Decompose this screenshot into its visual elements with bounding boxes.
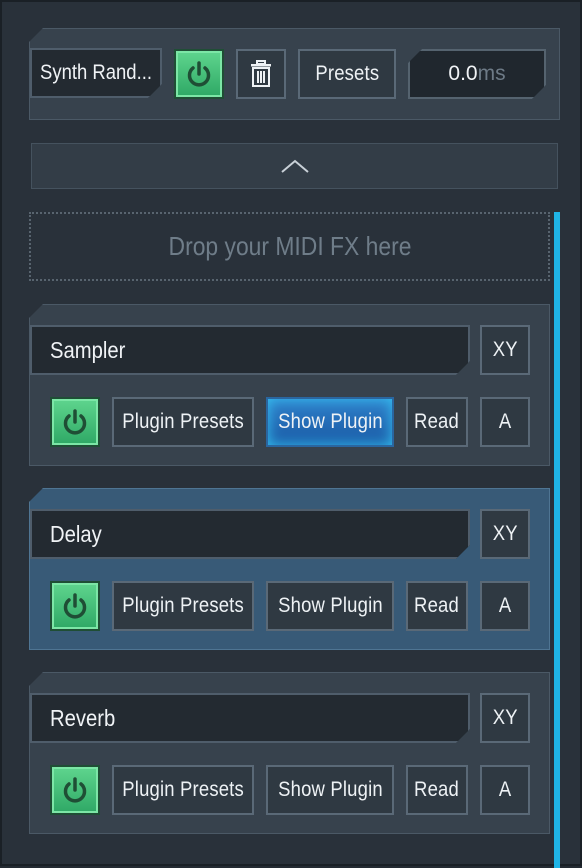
plugin-name: Delay: [50, 520, 102, 547]
plugin-presets-button[interactable]: Plugin Presets: [112, 765, 254, 815]
read-button[interactable]: Read: [406, 581, 468, 631]
power-icon: [63, 409, 87, 435]
xy-label: XY: [492, 706, 518, 729]
plugin-card-reverb: Reverb XY Plugin Presets Show Plugin Rea…: [29, 672, 550, 834]
chevron-up-icon: [280, 159, 309, 173]
drop-zone-label: Drop your MIDI FX here: [168, 231, 411, 261]
plugin-name-field[interactable]: Delay: [30, 509, 470, 559]
a-label: A: [498, 594, 512, 617]
automation-a-button[interactable]: A: [480, 581, 530, 631]
synth-power-button[interactable]: [174, 49, 224, 99]
read-label: Read: [414, 594, 460, 617]
time-unit: ms: [477, 62, 506, 85]
show-plugin-button[interactable]: Show Plugin: [266, 397, 394, 447]
time-offset-field[interactable]: 0.0 ms: [408, 49, 546, 99]
read-label: Read: [414, 410, 460, 433]
xy-button[interactable]: XY: [480, 325, 530, 375]
power-icon: [63, 593, 87, 619]
plugin-name: Reverb: [50, 704, 116, 731]
trash-icon: [251, 60, 271, 87]
automation-a-button[interactable]: A: [480, 397, 530, 447]
read-button[interactable]: Read: [406, 397, 468, 447]
show-plugin-button[interactable]: Show Plugin: [266, 581, 394, 631]
xy-button[interactable]: XY: [480, 693, 530, 743]
scrollbar[interactable]: [554, 212, 560, 868]
time-value: 0.0: [448, 62, 478, 85]
show-plugin-button[interactable]: Show Plugin: [266, 765, 394, 815]
plugin-presets-label: Plugin Presets: [122, 778, 244, 801]
plugin-power-button[interactable]: [50, 765, 100, 815]
plugin-name: Sampler: [50, 336, 126, 363]
plugin-presets-label: Plugin Presets: [122, 594, 244, 617]
show-plugin-label: Show Plugin: [277, 594, 383, 617]
plugin-presets-label: Plugin Presets: [122, 410, 244, 433]
midi-fx-drop-zone[interactable]: Drop your MIDI FX here: [29, 212, 550, 281]
xy-label: XY: [492, 338, 518, 361]
plugin-name-field[interactable]: Sampler: [30, 325, 470, 375]
plugin-presets-button[interactable]: Plugin Presets: [112, 581, 254, 631]
collapse-button[interactable]: [31, 143, 558, 189]
plugin-power-button[interactable]: [50, 397, 100, 447]
automation-a-button[interactable]: A: [480, 765, 530, 815]
presets-button[interactable]: Presets: [298, 49, 396, 99]
plugin-presets-button[interactable]: Plugin Presets: [112, 397, 254, 447]
synth-panel: Synth Rand... Presets 0.0 ms Drop your M…: [0, 0, 582, 868]
plugin-card-delay: Delay XY Plugin Presets Show Plugin Read…: [29, 488, 550, 650]
synth-name-field[interactable]: Synth Rand...: [30, 48, 162, 98]
plugin-name-field[interactable]: Reverb: [30, 693, 470, 743]
presets-label: Presets: [315, 62, 379, 85]
xy-label: XY: [492, 522, 518, 545]
plugin-power-button[interactable]: [50, 581, 100, 631]
delete-synth-button[interactable]: [236, 49, 286, 99]
power-icon: [187, 61, 211, 87]
synth-name-label: Synth Rand...: [40, 61, 152, 84]
power-icon: [63, 777, 87, 803]
show-plugin-label: Show Plugin: [277, 410, 383, 433]
read-button[interactable]: Read: [406, 765, 468, 815]
show-plugin-label: Show Plugin: [277, 778, 383, 801]
a-label: A: [498, 410, 512, 433]
xy-button[interactable]: XY: [480, 509, 530, 559]
a-label: A: [498, 778, 512, 801]
read-label: Read: [414, 778, 460, 801]
plugin-card-sampler: Sampler XY Plugin Presets Show Plugin Re…: [29, 304, 550, 466]
